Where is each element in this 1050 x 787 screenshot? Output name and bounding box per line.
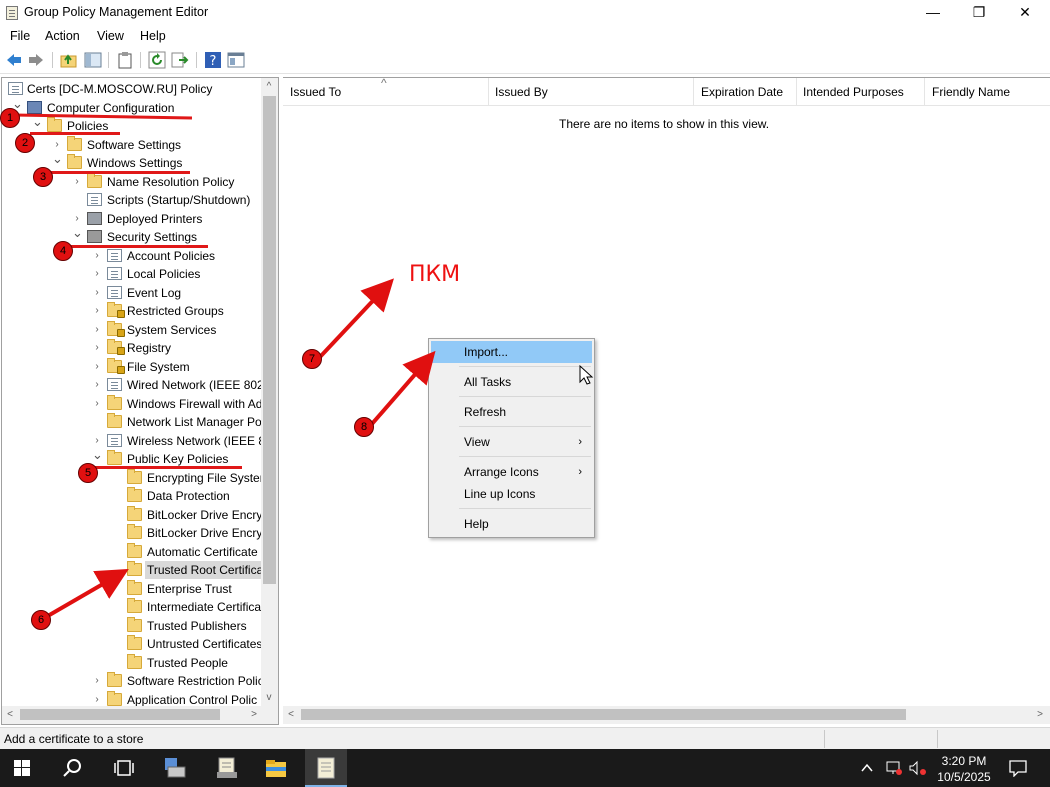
taskbar-clock[interactable]: 3:20 PM 10/5/2025: [936, 753, 992, 785]
network-icon[interactable]: [885, 760, 903, 776]
annotation-underline: [66, 245, 208, 248]
annotation-marker-4: 4: [53, 241, 73, 261]
mouse-cursor-icon: [579, 364, 594, 385]
task-view-icon[interactable]: [111, 755, 137, 781]
clock-time: 3:20 PM: [941, 754, 987, 768]
annotation-marker-2: 2: [15, 133, 35, 153]
action-center-icon[interactable]: [1008, 759, 1028, 777]
annotation-marker-3: 3: [33, 167, 53, 187]
show-hidden-icons-chevron-icon[interactable]: [860, 761, 874, 775]
taskbar: 3:20 PM 10/5/2025: [0, 749, 1050, 787]
clock-date: 10/5/2025: [937, 770, 991, 784]
annotation-underline: [92, 466, 242, 469]
file-explorer-icon[interactable]: [263, 755, 289, 781]
annotation-label-pkm: ПКМ: [409, 262, 461, 287]
annotation-arrow-7: [317, 278, 394, 360]
start-windows-icon[interactable]: [9, 755, 35, 781]
annotation-overlay: [44, 278, 594, 619]
search-icon[interactable]: [60, 755, 86, 781]
active-taskbar-button[interactable]: [305, 749, 347, 787]
annotation-marker-7: 7: [302, 349, 322, 369]
gpmc-taskbar-icon[interactable]: [214, 755, 240, 781]
annotation-marker-8: 8: [354, 417, 374, 437]
annotation-underline: [50, 171, 190, 174]
annotation-marker-6: 6: [31, 610, 51, 630]
server-manager-icon[interactable]: [162, 755, 188, 781]
annotation-arrow-6: [44, 568, 129, 619]
annotation-marker-1: 1: [0, 108, 20, 128]
annotation-marker-5: 5: [78, 463, 98, 483]
volume-muted-icon[interactable]: [908, 760, 928, 776]
annotation-arrow-8: [369, 350, 436, 427]
policy-editor-taskbar-icon: [317, 757, 335, 779]
annotation-underline: [30, 132, 120, 135]
